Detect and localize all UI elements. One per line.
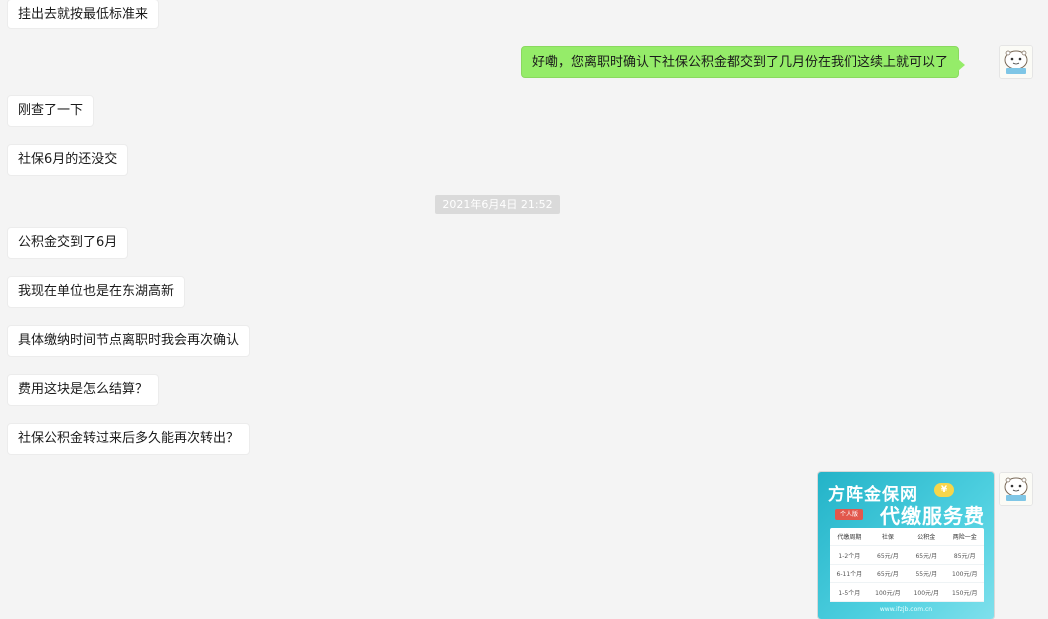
table-cell: 1-2个月: [830, 545, 869, 565]
table-cell: 65元/月: [907, 545, 946, 565]
table-cell: 6-11个月: [830, 564, 869, 584]
table-cell: 1-5个月: [830, 582, 869, 602]
table-cell: 100元/月: [945, 564, 984, 584]
table-cell: 100元/月: [868, 582, 908, 602]
message-bubble-incoming[interactable]: 我现在单位也是在东湖高新: [7, 276, 186, 308]
message-text: 公积金交到了6月: [18, 235, 118, 250]
message-text: 费用这块是怎么结算？: [18, 382, 149, 397]
table-cell: 65元/月: [868, 564, 908, 584]
table-header-cell: 两险一金: [945, 528, 984, 547]
promo-subtitle: 代缴服务费: [880, 504, 985, 528]
coin-icon: ¥: [934, 483, 954, 497]
message-bubble-incoming[interactable]: 公积金交到了6月: [7, 227, 129, 259]
message-bubble-incoming[interactable]: 挂出去就按最低标准来: [7, 0, 160, 29]
message-text: 好嘞，您离职时确认下社保公积金都交到了几月份在我们这续上就可以了: [532, 55, 949, 70]
table-row: 1-2个月 65元/月 65元/月 85元/月: [830, 545, 984, 565]
image-message-service-fee[interactable]: 方阵金保网 ¥ 个人版 代缴服务费 代缴周期 社保 公积金 两险一金 1-2个月…: [818, 472, 994, 619]
cartoon-avatar-icon: [1000, 473, 1032, 505]
user-avatar[interactable]: [999, 472, 1033, 506]
table-header-cell: 公积金: [907, 528, 946, 547]
promo-tag: 个人版: [835, 509, 864, 520]
message-bubble-outgoing[interactable]: 好嘞，您离职时确认下社保公积金都交到了几月份在我们这续上就可以了: [521, 46, 966, 78]
message-text: 社保6月的还没交: [18, 152, 118, 167]
table-cell: 150元/月: [945, 582, 984, 602]
table-header-cell: 代缴周期: [830, 528, 869, 547]
promo-url: www.ifzjb.com.cn: [879, 606, 933, 613]
table-cell: 55元/月: [907, 564, 946, 584]
fee-table: 代缴周期 社保 公积金 两险一金 1-2个月 65元/月 65元/月 85元/月…: [830, 528, 984, 602]
message-bubble-incoming[interactable]: 具体缴纳时间节点离职时我会再次确认: [7, 325, 251, 357]
message-text: 具体缴纳时间节点离职时我会再次确认: [18, 333, 240, 348]
table-header-cell: 社保: [868, 528, 908, 547]
message-bubble-incoming[interactable]: 社保6月的还没交: [7, 144, 129, 176]
message-bubble-incoming[interactable]: 刚查了一下: [7, 95, 95, 127]
table-cell: 100元/月: [907, 582, 946, 602]
message-text: 挂出去就按最低标准来: [18, 7, 149, 22]
fee-table-header: 代缴周期 社保 公积金 两险一金: [830, 528, 984, 547]
message-bubble-incoming[interactable]: 社保公积金转过来后多久能再次转出？: [7, 423, 251, 455]
message-bubble-incoming[interactable]: 费用这块是怎么结算？: [7, 374, 160, 406]
table-row: 1-5个月 100元/月 100元/月 150元/月: [830, 582, 984, 602]
message-text: 刚查了一下: [18, 103, 84, 118]
chat-timestamp: 2021年6月4日 21:52: [435, 195, 560, 214]
table-cell: 85元/月: [945, 545, 984, 565]
cartoon-avatar-icon: [1000, 46, 1032, 78]
message-text: 社保公积金转过来后多久能再次转出？: [18, 431, 240, 446]
table-cell: 65元/月: [868, 545, 908, 565]
user-avatar[interactable]: [999, 45, 1033, 79]
message-text: 我现在单位也是在东湖高新: [18, 284, 175, 299]
table-row: 6-11个月 65元/月 55元/月 100元/月: [830, 564, 984, 584]
